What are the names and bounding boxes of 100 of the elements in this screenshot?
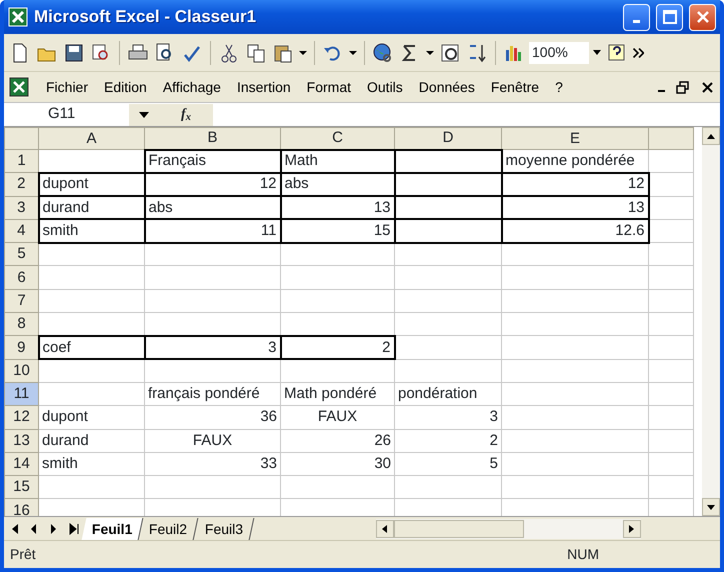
table-cell[interactable] <box>394 150 502 173</box>
caret-icon <box>593 50 601 55</box>
table-cell[interactable]: 3 <box>144 336 280 360</box>
scroll-up-button[interactable] <box>702 127 720 145</box>
zoom-field[interactable]: 100% <box>529 42 589 64</box>
column-header[interactable]: A <box>38 128 144 150</box>
menu-item[interactable]: Fichier <box>38 74 96 100</box>
menu-item[interactable]: Fenêtre <box>482 74 548 100</box>
table-cell[interactable]: 30 <box>280 452 394 476</box>
table-cell[interactable]: smith <box>38 452 144 476</box>
dropdown-arrow-button[interactable] <box>425 50 435 56</box>
table-cell[interactable]: dupont <box>38 406 144 430</box>
table-cell[interactable]: 15 <box>280 219 394 243</box>
overflow-chevron-button[interactable] <box>632 46 645 58</box>
table-cell[interactable]: durand <box>38 429 144 452</box>
sheet-tab[interactable]: Feuil2 <box>139 518 199 540</box>
column-header[interactable]: B <box>144 128 280 150</box>
horizontal-scrollbar[interactable] <box>376 518 641 538</box>
table-cell[interactable]: français pondéré <box>144 382 280 406</box>
caret-icon <box>349 50 357 54</box>
table-cell[interactable]: coef <box>38 336 144 360</box>
scroll-thumb[interactable] <box>394 520 524 538</box>
row-header[interactable]: 12 <box>4 406 38 430</box>
minimize-icon <box>658 90 665 92</box>
menu-item[interactable]: Insertion <box>228 74 299 100</box>
menu-item[interactable]: ? <box>547 74 571 100</box>
dropdown-arrow-button[interactable] <box>298 50 308 56</box>
table-cell[interactable]: Français <box>144 150 280 173</box>
right-arrow-icon <box>629 524 634 532</box>
table-cell[interactable] <box>394 172 502 196</box>
column-header[interactable]: E <box>502 128 648 150</box>
row-header[interactable]: 1 <box>4 150 38 173</box>
down-arrow-icon <box>707 504 715 510</box>
zoom-dropdown-button[interactable] <box>592 49 602 56</box>
row-header[interactable]: 4 <box>4 219 38 243</box>
row-header[interactable]: 2 <box>4 172 38 196</box>
table-cell[interactable]: 33 <box>144 452 280 476</box>
scroll-right-button[interactable] <box>622 520 641 538</box>
dropdown-arrow-button[interactable] <box>348 50 358 56</box>
maximize-icon <box>662 9 678 25</box>
table-cell[interactable]: 3 <box>394 406 502 430</box>
row-header[interactable]: 10 <box>4 359 38 382</box>
table-cell[interactable]: abs <box>280 172 394 196</box>
table-cell[interactable]: pondération <box>394 382 502 406</box>
table-cell[interactable]: durand <box>38 196 144 220</box>
row-header[interactable]: 16 <box>4 498 38 516</box>
save-icon <box>63 42 85 64</box>
menu-item[interactable]: Format <box>298 74 359 100</box>
insert-function-button[interactable]: f$_{x}$ <box>159 104 213 126</box>
caret-icon <box>139 112 149 118</box>
table-cell[interactable] <box>394 196 502 220</box>
left-arrow-icon <box>382 524 388 532</box>
table-cell[interactable]: Math pondéré <box>280 382 394 406</box>
menu-item[interactable]: Outils <box>359 74 411 100</box>
row-header[interactable]: 13 <box>4 429 38 452</box>
row-header[interactable]: 11 <box>4 382 38 406</box>
table-cell[interactable]: 12.6 <box>502 219 648 243</box>
minimize-icon <box>633 20 640 22</box>
table-cell[interactable]: 2 <box>280 336 394 360</box>
menu-item[interactable]: Données <box>410 74 483 100</box>
table-cell[interactable]: 2 <box>394 429 502 452</box>
maximize-button[interactable] <box>656 4 683 30</box>
column-header[interactable]: D <box>394 128 502 150</box>
table-cell[interactable]: 5 <box>394 452 502 476</box>
sheet-tab[interactable]: Feuil1 <box>82 518 144 540</box>
table-cell[interactable]: 11 <box>144 219 280 243</box>
vertical-scrollbar[interactable] <box>702 127 720 516</box>
table-cell[interactable]: 13 <box>502 196 648 220</box>
row-header[interactable]: 9 <box>4 336 38 360</box>
table-cell[interactable]: 12 <box>502 172 648 196</box>
sheet-tab[interactable]: Feuil3 <box>194 518 254 540</box>
scroll-left-button[interactable] <box>376 520 394 538</box>
table-cell[interactable]: Math <box>280 150 394 173</box>
restore-button[interactable] <box>674 78 691 96</box>
table-cell[interactable]: FAUX <box>144 429 280 452</box>
table-cell[interactable]: 26 <box>280 429 394 452</box>
table-cell[interactable]: abs <box>144 196 280 220</box>
menu-item[interactable]: Affichage <box>154 74 229 100</box>
table-cell[interactable]: dupont <box>38 172 144 196</box>
row-header[interactable]: 15 <box>4 476 38 499</box>
window-title: Microsoft Excel - Classeur1 <box>34 6 258 28</box>
row-header[interactable]: 14 <box>4 452 38 476</box>
table-cell[interactable]: 12 <box>144 172 280 196</box>
scroll-down-button[interactable] <box>702 498 720 516</box>
row-header[interactable]: 3 <box>4 196 38 220</box>
table-cell[interactable]: smith <box>38 219 144 243</box>
table-cell[interactable]: FAUX <box>280 406 394 430</box>
name-box-dropdown[interactable] <box>129 104 159 126</box>
menu-item[interactable]: Edition <box>96 74 155 100</box>
row-header[interactable]: 5 <box>4 242 38 266</box>
row-header[interactable]: 7 <box>4 289 38 313</box>
row-header[interactable]: 8 <box>4 312 38 336</box>
status-text: Prêt <box>10 545 36 564</box>
table-cell[interactable]: 13 <box>280 196 394 220</box>
column-header[interactable]: C <box>280 128 394 150</box>
name-box[interactable]: G11 <box>4 104 129 126</box>
last-arrow-icon <box>68 522 80 534</box>
row-header[interactable]: 6 <box>4 266 38 290</box>
table-cell[interactable]: 36 <box>144 406 280 430</box>
table-cell[interactable] <box>394 219 502 243</box>
